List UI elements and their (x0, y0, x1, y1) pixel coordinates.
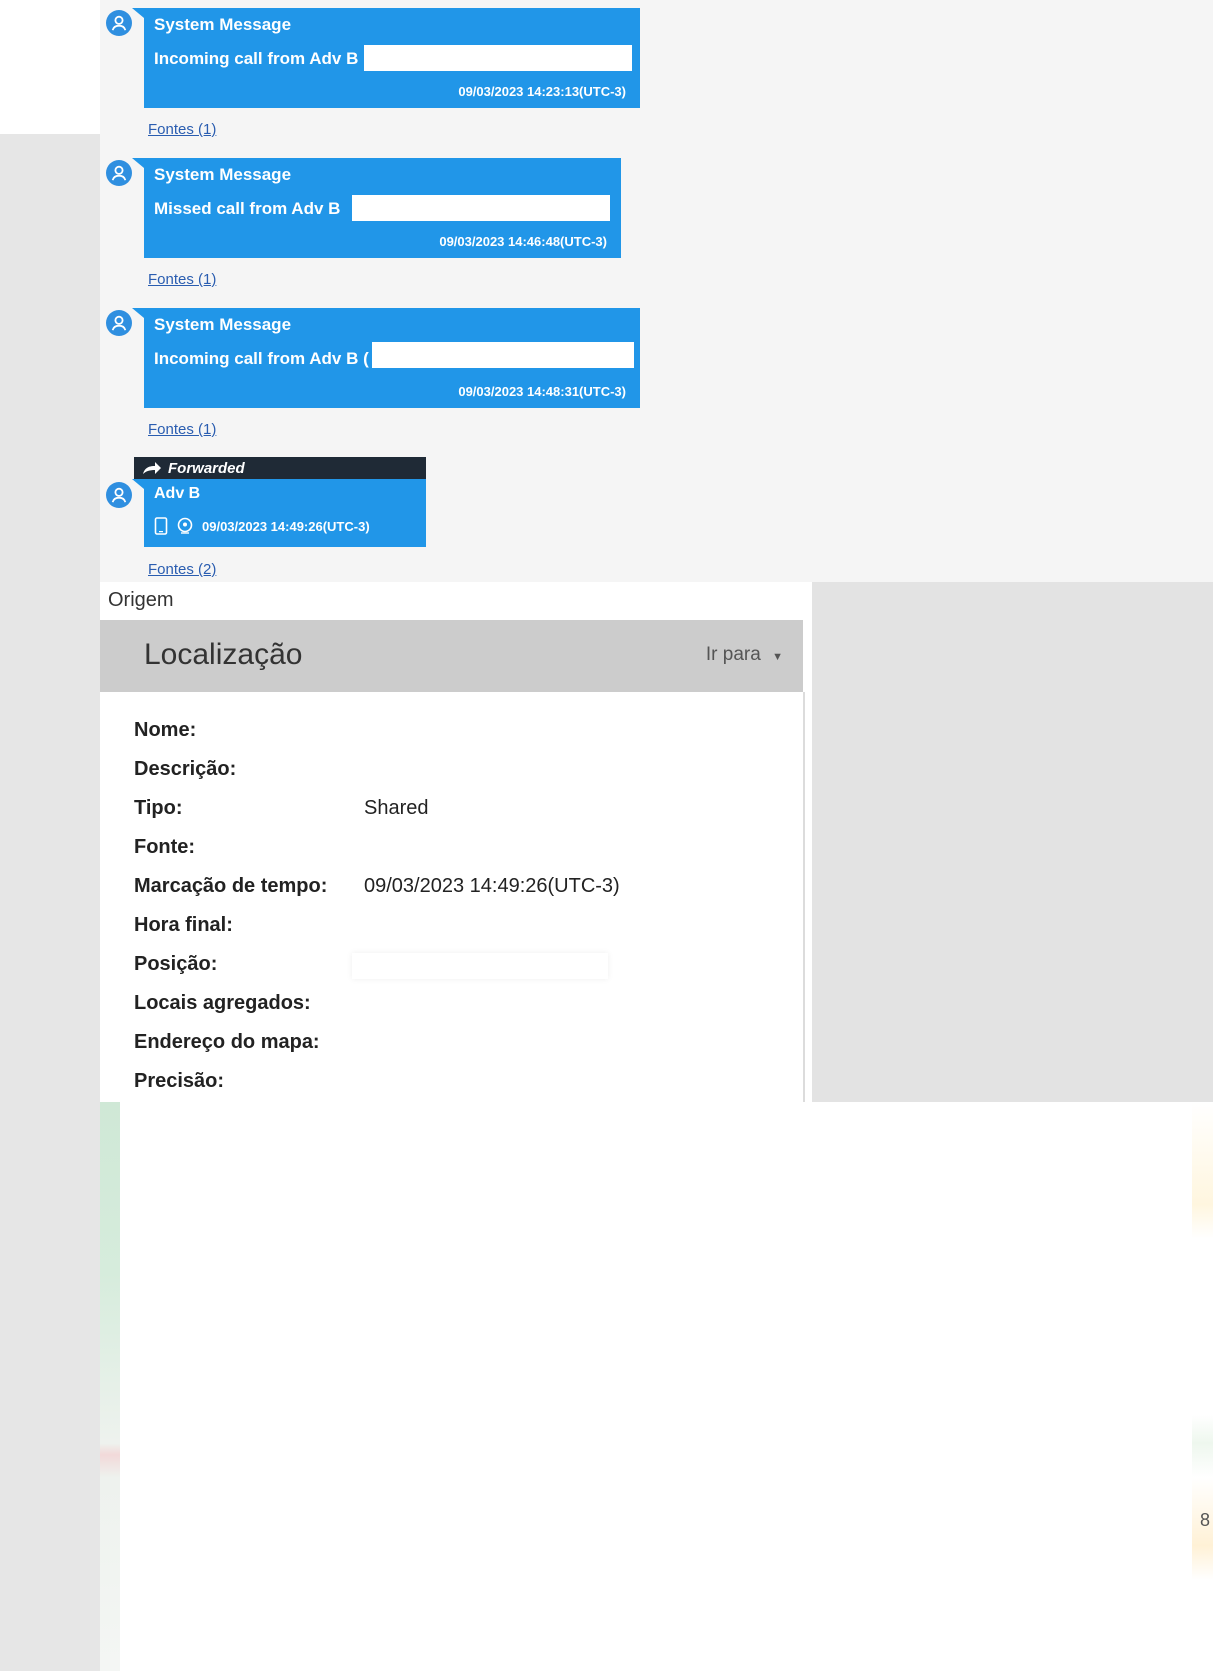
message-body: Incoming call from Adv B (154, 49, 359, 68)
field-label: Hora final: (134, 914, 233, 936)
redacted-block (352, 195, 610, 221)
avatar-icon (106, 160, 132, 186)
bubble-tail (132, 8, 144, 18)
field-label: Fonte: (134, 836, 196, 858)
field-value: Shared (364, 797, 429, 819)
message-bubble: System Message Incoming call from Adv B … (144, 308, 640, 408)
field-row: Hora final: (134, 914, 233, 937)
goto-label: Ir para (705, 644, 761, 665)
field-value: 09/03/2023 14:49:26(UTC-3) (364, 875, 620, 897)
redacted-block (372, 342, 634, 368)
message-sender: Adv B (154, 485, 201, 502)
message-sender: System Message (154, 315, 292, 334)
caret-down-icon: ▼ (772, 651, 783, 663)
bubble-tail (132, 308, 144, 318)
field-row: Descrição: (134, 758, 236, 781)
field-label: Descrição: (134, 758, 237, 780)
message-timestamp: 09/03/2023 14:49:26(UTC-3) (202, 518, 370, 534)
map-view[interactable] (100, 1102, 1213, 1671)
phone-icon (154, 517, 168, 535)
redacted-block (352, 953, 608, 979)
avatar-icon (106, 482, 132, 508)
location-card-header: Localização Ir para ▼ (100, 620, 803, 692)
field-row: Fonte: (134, 836, 195, 859)
forwarded-label: Forwarded (168, 459, 245, 477)
sources-link[interactable]: Fontes (2) (148, 561, 216, 578)
field-label: Posição: (134, 953, 218, 975)
field-label: Precisão: (134, 1070, 225, 1092)
origin-label: Origem (108, 589, 174, 611)
field-label: Nome: (134, 719, 197, 741)
location-message-bubble[interactable]: Adv B 09/03/2023 14:49:26(UTC-3) (144, 479, 426, 547)
sources-link[interactable]: Fontes (1) (148, 421, 216, 438)
message-meta: 09/03/2023 14:49:26(UTC-3) (154, 517, 370, 535)
left-margin-panel (0, 134, 100, 1671)
forwarded-banner: Forwarded (134, 457, 426, 479)
message-bubble: System Message Incoming call from Adv B … (144, 8, 640, 108)
field-label: Endereço do mapa: (134, 1031, 320, 1053)
right-empty-panel (812, 582, 1213, 1102)
map-right-edge (1192, 1102, 1213, 1671)
bubble-tail (132, 158, 144, 168)
field-row: Precisão: (134, 1070, 224, 1093)
redacted-block (364, 45, 632, 71)
message-timestamp: 09/03/2023 14:46:48(UTC-3) (439, 234, 607, 249)
field-label: Locais agregados: (134, 992, 311, 1014)
goto-dropdown[interactable]: Ir para ▼ (706, 644, 783, 666)
field-row: Marcação de tempo: (134, 875, 327, 898)
field-row: Locais agregados: (134, 992, 311, 1015)
location-title: Localização (144, 638, 303, 671)
field-row: Nome: (134, 719, 196, 742)
forward-arrow-icon (143, 462, 161, 474)
field-row: Posição: (134, 953, 217, 976)
field-row: Endereço do mapa: (134, 1031, 320, 1054)
bubble-tail (132, 479, 144, 489)
map-label: 8 (1200, 1510, 1211, 1530)
message-sender: System Message (154, 15, 292, 34)
field-label: Tipo: (134, 797, 183, 819)
message-timestamp: 09/03/2023 14:48:31(UTC-3) (458, 384, 626, 399)
location-pin-icon (177, 517, 193, 534)
map-left-edge (100, 1102, 120, 1671)
avatar-icon (106, 310, 132, 336)
message-body: Incoming call from Adv B ( (154, 349, 369, 368)
avatar-icon (106, 10, 132, 36)
field-row: Tipo: (134, 797, 183, 820)
message-sender: System Message (154, 165, 292, 184)
message-bubble: System Message Missed call from Adv B 09… (144, 158, 621, 258)
message-timestamp: 09/03/2023 14:23:13(UTC-3) (458, 84, 626, 99)
field-label: Marcação de tempo: (134, 875, 328, 897)
message-body: Missed call from Adv B (154, 199, 341, 218)
sources-link[interactable]: Fontes (1) (148, 271, 216, 288)
sources-link[interactable]: Fontes (1) (148, 121, 216, 138)
